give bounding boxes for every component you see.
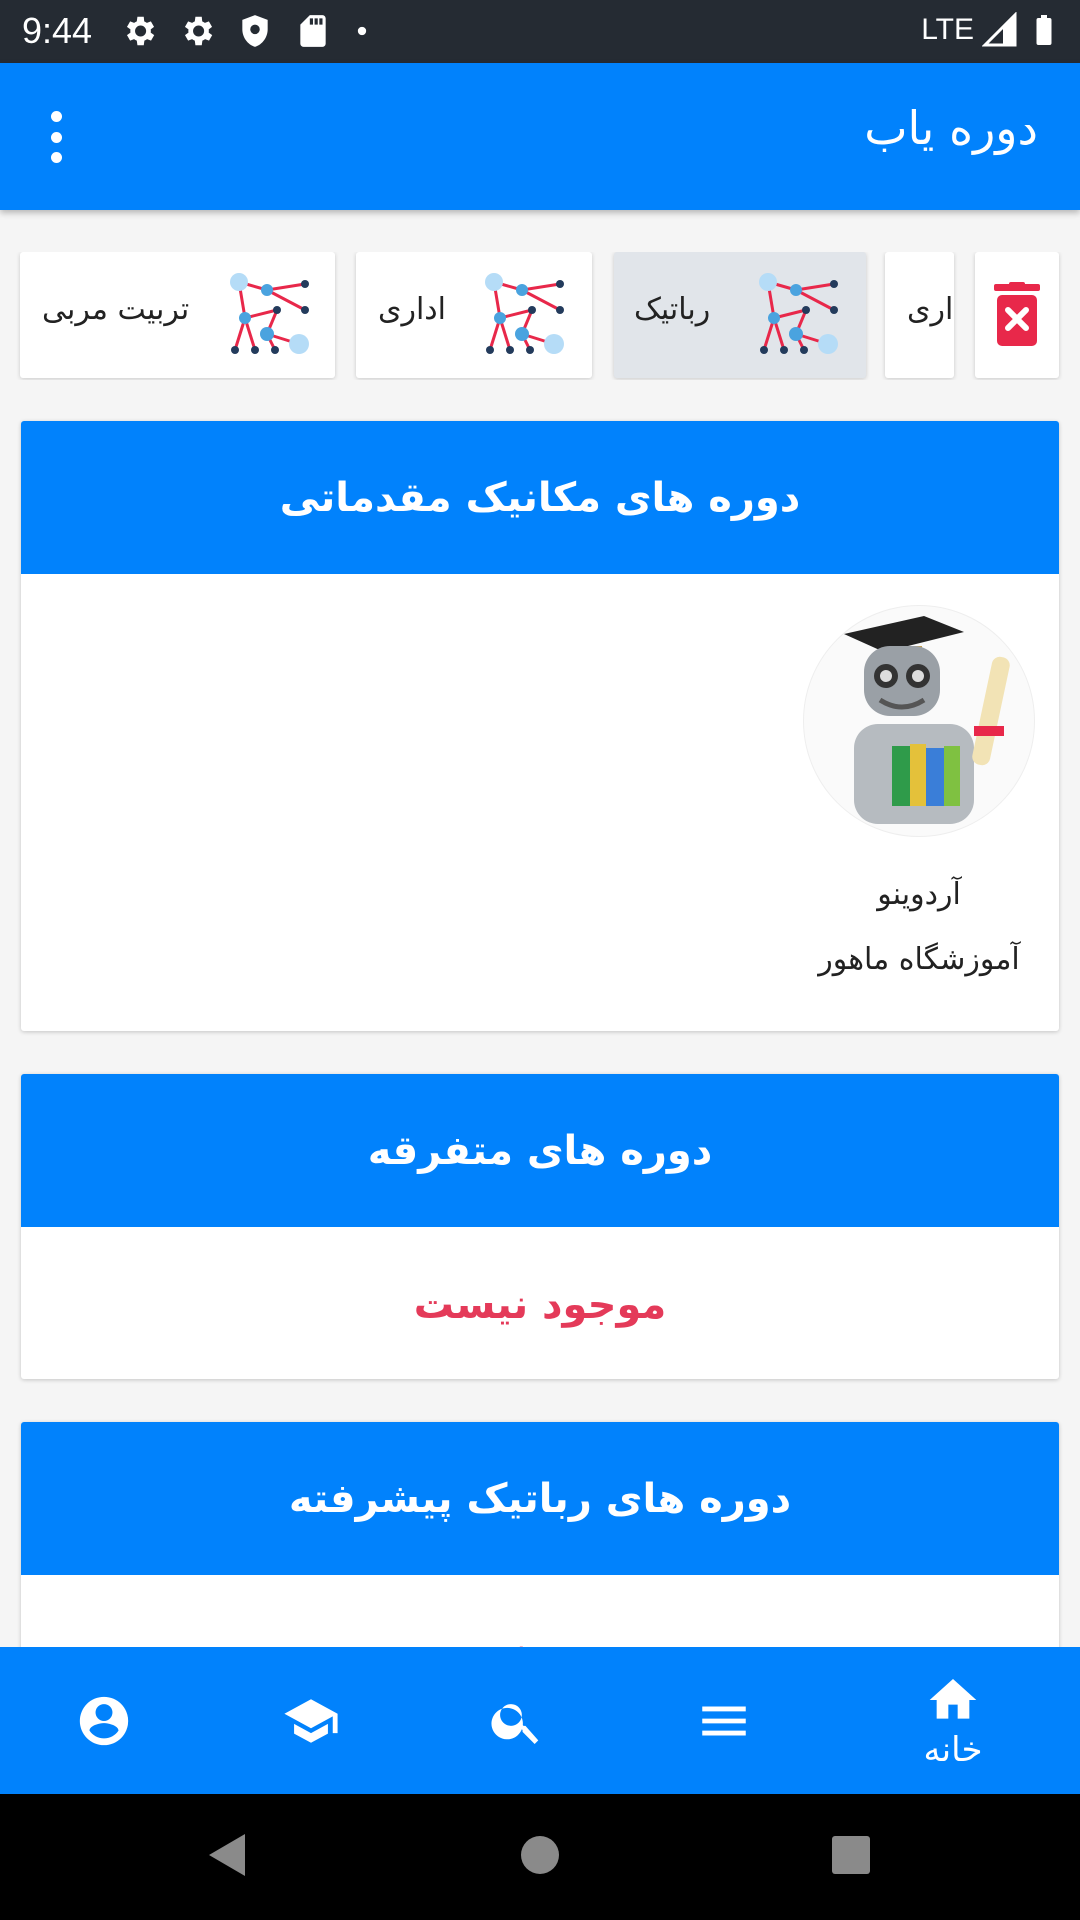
back-icon[interactable] <box>205 1830 249 1880</box>
nav-search[interactable] <box>457 1647 577 1794</box>
category-chip[interactable]: اداری <box>356 252 592 378</box>
nav-home[interactable]: خانه <box>893 1647 1013 1794</box>
section-title: دوره های رباتیک پیشرفته <box>21 1422 1059 1575</box>
category-chips: اداری رباتیک اداری تربیت مربی <box>0 252 1080 380</box>
network-icon <box>230 273 309 354</box>
delete-icon <box>994 282 1040 346</box>
section-title: دوره های مکانیک مقدماتی <box>21 421 1059 574</box>
nav-menu[interactable] <box>664 1647 784 1794</box>
bottom-nav: خانه <box>0 1647 1080 1794</box>
network-type: LTE <box>921 13 974 46</box>
course-section-card: دوره های مکانیک مقدماتی آردوینو آموزشگاه… <box>21 421 1059 1031</box>
status-bar: 9:44 LTE <box>0 0 1080 63</box>
section-title: دوره های متفرقه <box>21 1074 1059 1227</box>
nav-home-label: خانه <box>923 1729 983 1770</box>
robot-graduate-icon <box>844 616 1010 824</box>
menu-icon <box>702 1706 746 1735</box>
app-title: دوره یاب <box>864 101 1038 155</box>
empty-message: موجود نیست <box>413 1282 667 1328</box>
category-chip[interactable]: تربیت مربی <box>20 252 335 378</box>
nav-profile[interactable] <box>44 1647 164 1794</box>
app-bar: دوره یاب <box>0 63 1080 210</box>
course-item[interactable]: آردوینو آموزشگاه ماهور <box>799 605 1039 977</box>
category-chip-label: رباتیک <box>634 292 711 327</box>
shield-icon <box>242 15 268 47</box>
category-chip-label: اداری <box>907 292 954 327</box>
network-icon <box>759 273 838 354</box>
clear-filter-button[interactable] <box>975 252 1059 378</box>
overflow-menu-icon[interactable] <box>32 107 80 167</box>
network-icon <box>485 273 564 354</box>
course-section-card: دوره های متفرقه موجود نیست <box>21 1074 1059 1379</box>
dot-icon <box>357 26 367 36</box>
battery-icon <box>1036 15 1052 45</box>
signal-icon <box>982 12 1017 47</box>
category-chip-label: تربیت مربی <box>42 292 190 327</box>
account-circle-icon <box>79 1696 129 1745</box>
system-nav-bar <box>0 1794 1080 1920</box>
home-button-icon[interactable] <box>519 1830 561 1880</box>
course-image <box>803 605 1035 837</box>
home-icon <box>929 1678 977 1719</box>
course-name: آردوینو <box>877 877 961 912</box>
settings-icon <box>184 16 213 46</box>
nav-courses[interactable] <box>251 1647 371 1794</box>
category-chip-label: اداری <box>378 292 446 327</box>
recents-icon[interactable] <box>830 1830 872 1880</box>
graduation-cap-icon <box>284 1698 338 1743</box>
status-time: 9:44 <box>22 10 93 51</box>
settings-icon <box>126 16 155 46</box>
category-chip[interactable]: رباتیک <box>614 252 866 378</box>
course-school: آموزشگاه ماهور <box>818 942 1020 977</box>
search-icon <box>491 1703 539 1744</box>
sd-card-icon <box>300 15 326 47</box>
category-chip[interactable]: اداری <box>885 252 954 378</box>
